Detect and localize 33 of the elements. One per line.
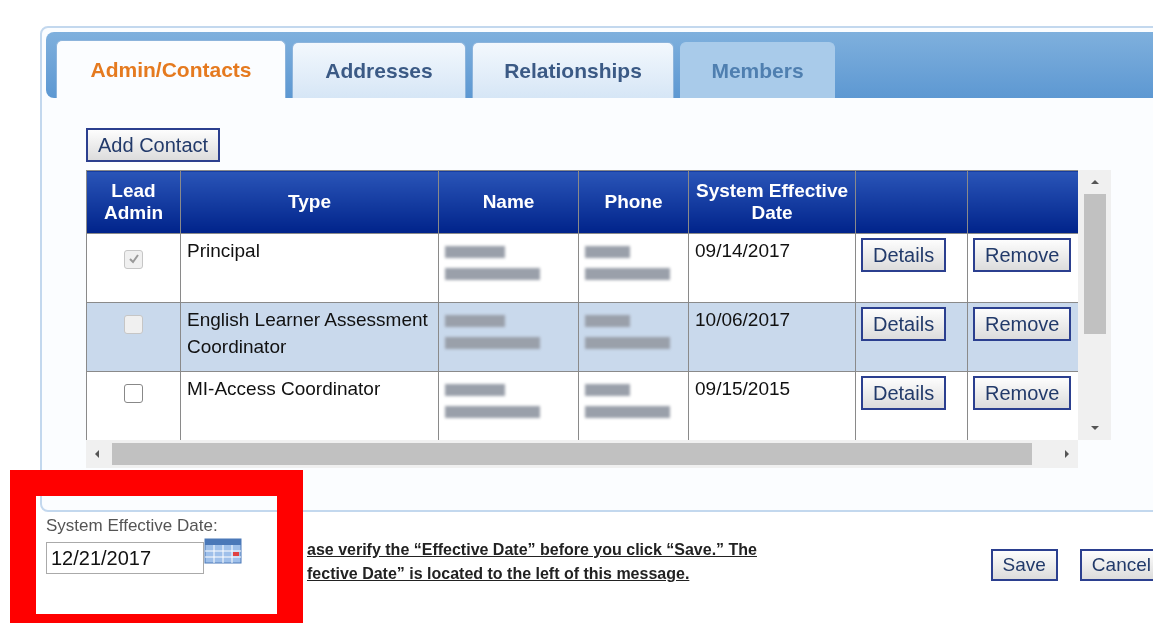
remove-button[interactable]: Remove bbox=[973, 307, 1072, 341]
tab[interactable]: Addresses bbox=[292, 42, 466, 98]
remove-button[interactable]: Remove bbox=[973, 376, 1072, 410]
warning-message: ase verify the “Effective Date” before you click “Save.” The fective Date” is located to the left of this message. bbox=[307, 540, 757, 584]
right-arrow-icon[interactable] bbox=[1062, 449, 1072, 459]
date-field[interactable]: 12/21/2017 bbox=[46, 542, 204, 574]
table-cell: 10/06/2017 bbox=[695, 309, 791, 330]
horizontal-scrollbar[interactable] bbox=[86, 440, 1078, 468]
column-header: Lead Admin bbox=[86, 170, 181, 234]
down-arrow-icon[interactable] bbox=[1089, 423, 1100, 433]
details-button[interactable]: Details bbox=[861, 307, 947, 341]
checkbox[interactable] bbox=[124, 384, 143, 403]
column-header: Type bbox=[180, 170, 439, 234]
field-label: System Effective Date: bbox=[46, 516, 218, 536]
check-icon bbox=[127, 253, 140, 265]
details-button[interactable]: Details bbox=[861, 238, 947, 272]
table-cell: English Learner Assessment Coordinator bbox=[187, 309, 428, 357]
cancel-button[interactable]: Cancel bbox=[1079, 549, 1153, 581]
column-header: System Effective Date bbox=[688, 170, 856, 234]
tab[interactable]: Relationships bbox=[472, 42, 674, 98]
table-cell: MI-Access Coordinator bbox=[187, 378, 381, 399]
up-arrow-icon[interactable] bbox=[1089, 177, 1100, 187]
details-button[interactable]: Details bbox=[861, 376, 947, 410]
column-header: Name bbox=[438, 170, 579, 234]
add-contact-button[interactable]: Add Contact bbox=[86, 128, 221, 162]
table-cell: Principal bbox=[187, 240, 260, 261]
remove-button[interactable]: Remove bbox=[973, 238, 1072, 272]
calendar-icon[interactable] bbox=[204, 536, 244, 566]
table-cell: 09/15/2015 bbox=[695, 378, 791, 399]
vertical-scrollbar[interactable] bbox=[1078, 170, 1111, 440]
save-button[interactable]: Save bbox=[990, 549, 1058, 581]
column-header: Phone bbox=[578, 170, 689, 234]
table-cell: 09/14/2017 bbox=[695, 240, 791, 261]
